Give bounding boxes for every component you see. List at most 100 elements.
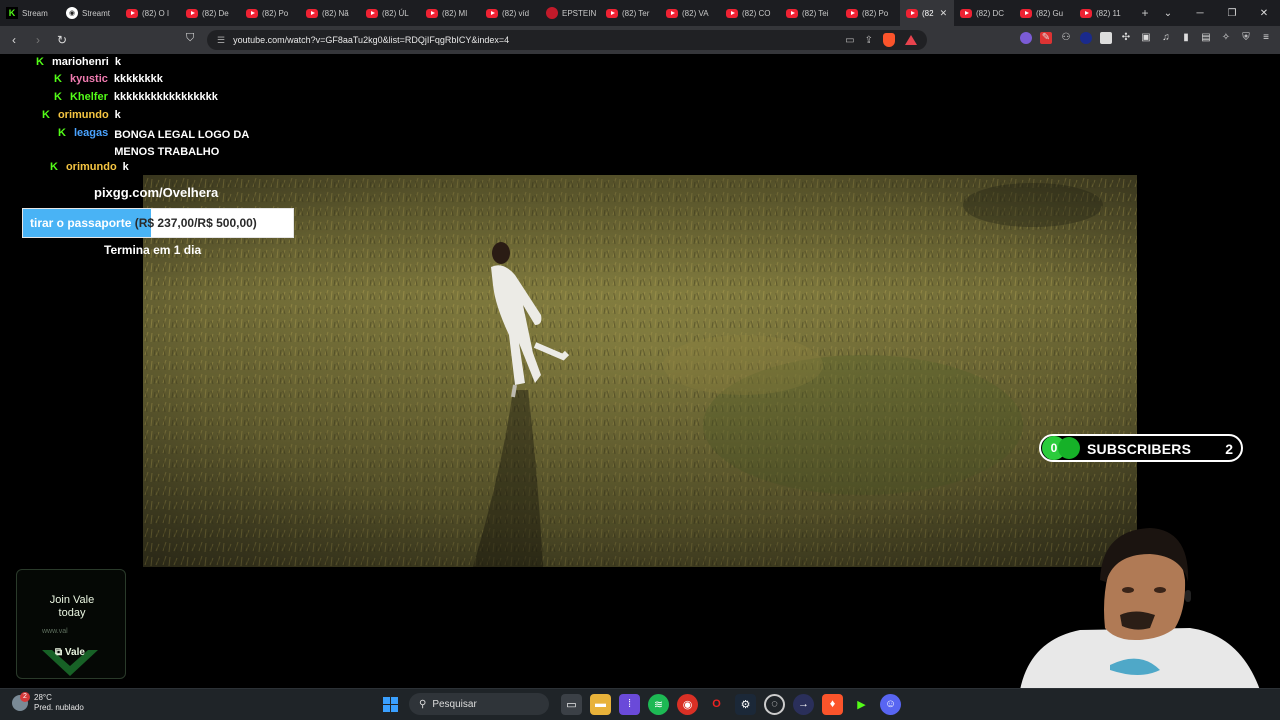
- extension-icon[interactable]: ✎: [1040, 32, 1052, 44]
- steam-icon: ◉: [66, 7, 78, 19]
- tab-label: (82) 11: [1096, 8, 1121, 18]
- browser-tab[interactable]: (82 ✕: [900, 0, 954, 26]
- obs-icon[interactable]: ◌: [764, 693, 785, 715]
- kick-badge-icon: K: [36, 56, 44, 68]
- tab-label: (82) MI: [442, 8, 468, 18]
- windows-taskbar: 2 28°C Pred. nublado ⚲ Pesquisar ▭ ▬ ⁞ ≋…: [0, 688, 1280, 720]
- chat-text-line: kkkkkkkkkkkkkkkkk: [113, 91, 218, 103]
- donation-goal-bar: tirar o passaporte (R$ 237,00/R$ 500,00): [22, 208, 294, 238]
- browser-tab[interactable]: (82) MI: [420, 0, 480, 26]
- menu-icon[interactable]: ≡: [1260, 32, 1272, 44]
- leo-icon[interactable]: ✧: [1220, 32, 1232, 44]
- browser-tab[interactable]: (82) Gu: [1014, 0, 1074, 26]
- media-icon[interactable]: ♫: [1160, 32, 1172, 44]
- youtube-icon: [666, 8, 678, 18]
- vale-ad[interactable]: Join Vale today www.val ⧉ Vale: [16, 569, 126, 679]
- chat-message: Korimundo k: [50, 161, 129, 173]
- cast-icon[interactable]: ▭: [845, 35, 854, 46]
- browser-tab[interactable]: (82) De: [180, 0, 240, 26]
- kick-app-icon[interactable]: ▶: [851, 694, 872, 715]
- browser-tab[interactable]: (82) 11: [1074, 0, 1134, 26]
- wallet-icon[interactable]: ▤: [1200, 32, 1212, 44]
- discord-icon[interactable]: ☺: [880, 693, 901, 715]
- extension-icon[interactable]: [1020, 32, 1032, 44]
- tab-label: (82) Ter: [622, 8, 650, 18]
- app-icon[interactable]: →: [793, 693, 814, 715]
- site-info-icon[interactable]: ☰: [217, 35, 225, 46]
- chat-username[interactable]: orimundo: [58, 109, 109, 121]
- youtube-icon: [906, 8, 918, 18]
- minimize-icon[interactable]: ─: [1184, 0, 1216, 26]
- browser-tab[interactable]: (82) ÚL: [360, 0, 420, 26]
- browser-tab[interactable]: (82) Po: [840, 0, 900, 26]
- chat-text-line: k: [114, 56, 121, 68]
- browser-tab[interactable]: (82) VA: [660, 0, 720, 26]
- browser-tab[interactable]: ◉ Streamt: [60, 0, 120, 26]
- youtube-icon: [1020, 8, 1032, 18]
- spotify-icon[interactable]: ≋: [648, 693, 669, 715]
- chat-username[interactable]: orimundo: [66, 161, 117, 173]
- reload-icon[interactable]: ↻: [52, 30, 72, 50]
- screen: K Stream ◉ Streamt (82) O I (82) De (82) Po (82…: [0, 0, 1280, 720]
- weather-icon: 2: [12, 692, 30, 711]
- task-view-icon[interactable]: ▭: [561, 693, 582, 715]
- kick-badge-icon: K: [54, 73, 62, 85]
- chat-text-line: k: [122, 161, 129, 173]
- brave-shields-icon[interactable]: [883, 33, 895, 47]
- extension-icon[interactable]: [1100, 32, 1112, 44]
- sidebar-icon[interactable]: ▮: [1180, 32, 1192, 44]
- windows-start-icon[interactable]: [380, 694, 401, 715]
- close-window-icon[interactable]: ✕: [1248, 0, 1280, 26]
- youtube-icon: [960, 8, 972, 18]
- share-icon[interactable]: ⇪: [865, 35, 873, 46]
- vpn-icon[interactable]: ⛨: [1240, 32, 1252, 44]
- browser-tab[interactable]: (82) O I: [120, 0, 180, 26]
- chat-username[interactable]: Khelfer: [70, 91, 108, 103]
- steam-icon[interactable]: ⚙: [735, 693, 756, 715]
- chat-username[interactable]: leagas: [74, 127, 108, 139]
- wallet-icon[interactable]: ▣: [1140, 32, 1152, 44]
- youtube-icon: [426, 8, 438, 18]
- opera-icon[interactable]: O: [706, 694, 727, 715]
- address-bar[interactable]: ☰ youtube.com/watch?v=GF8aaTu2kg0&list=R…: [207, 30, 927, 50]
- browser-tab[interactable]: (82) víd: [480, 0, 540, 26]
- browser-tab[interactable]: (82) DC: [954, 0, 1014, 26]
- donation-link[interactable]: pixgg.com/Ovelhera: [94, 185, 218, 200]
- forward-icon[interactable]: ›: [28, 30, 48, 50]
- bookmark-icon[interactable]: ⛉: [186, 32, 194, 45]
- tab-label: (82) CO: [742, 8, 771, 18]
- stream-view: Kmariohenri k Kkyustic kkkkkkkk K Khelfer kkkk…: [0, 54, 1280, 690]
- chat-text-line: kkkkkkkk: [113, 73, 163, 85]
- browser-tab[interactable]: (82) Tei: [780, 0, 840, 26]
- taskbar-search[interactable]: ⚲ Pesquisar: [409, 693, 549, 715]
- tab-label: (82) De: [202, 8, 229, 18]
- taskbar-apps: ⚲ Pesquisar ▭ ▬ ⁞ ≋ ◉ O ⚙ ◌ → ♦ ▶ ☺: [380, 693, 901, 715]
- browser-tab[interactable]: (82) CO: [720, 0, 780, 26]
- brave-rewards-icon[interactable]: [905, 35, 917, 45]
- weather-widget[interactable]: 2 28°C Pred. nublado: [12, 692, 84, 713]
- chat-username[interactable]: mariohenri: [52, 56, 109, 68]
- extension-icon[interactable]: [1080, 32, 1092, 44]
- apps-icon[interactable]: ⁞: [619, 693, 640, 715]
- close-tab-icon[interactable]: ✕: [940, 8, 948, 19]
- kick-icon: K: [6, 7, 18, 19]
- browser-tab[interactable]: EPSTEIN: [540, 0, 600, 26]
- browser-tab[interactable]: (82) Ter: [600, 0, 660, 26]
- tab-label: (82: [922, 8, 934, 18]
- puzzle-icon[interactable]: ✣: [1120, 32, 1132, 44]
- tab-label: (82) Gu: [1036, 8, 1064, 18]
- youtube-icon: [786, 8, 798, 18]
- browser-tab[interactable]: (82) Po: [240, 0, 300, 26]
- tab-label: EPSTEIN: [562, 8, 597, 18]
- back-icon[interactable]: ‹: [4, 30, 24, 50]
- restore-icon[interactable]: ❐: [1216, 0, 1248, 26]
- browser-tab[interactable]: (82) Nã: [300, 0, 360, 26]
- tab-search-icon[interactable]: ⌄: [1152, 0, 1184, 26]
- file-explorer-icon[interactable]: ▬: [590, 693, 611, 715]
- tab-label: (82) ÚL: [382, 8, 409, 18]
- chrome-icon[interactable]: ◉: [677, 693, 698, 715]
- chat-username[interactable]: kyustic: [70, 73, 108, 85]
- brave-icon[interactable]: ♦: [822, 693, 843, 715]
- extension-icon[interactable]: ⚇: [1060, 32, 1072, 44]
- browser-tab[interactable]: K Stream: [0, 0, 60, 26]
